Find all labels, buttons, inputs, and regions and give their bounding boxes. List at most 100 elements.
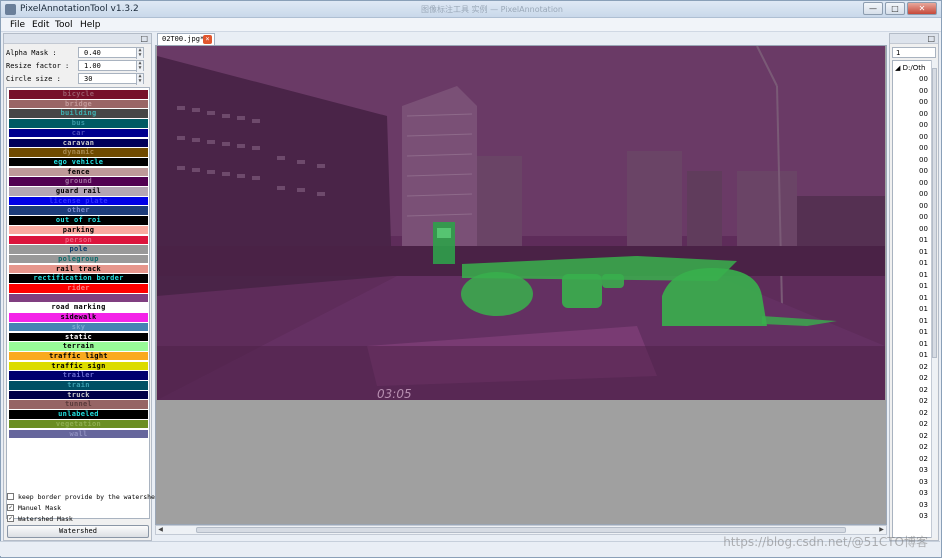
- label-item[interactable]: sidewalk: [9, 313, 148, 322]
- file-tree-item[interactable]: 00: [919, 121, 928, 129]
- file-tree-item[interactable]: 01: [919, 282, 928, 290]
- file-tree-item[interactable]: 03: [919, 478, 928, 486]
- spin-arrows-icon[interactable]: ▲ ▼: [136, 74, 143, 85]
- file-tree-item[interactable]: 02: [919, 455, 928, 463]
- file-tree-item[interactable]: 00: [919, 110, 928, 118]
- menu-help[interactable]: Help: [80, 20, 101, 30]
- file-tree-scroll-thumb[interactable]: [932, 68, 937, 358]
- alpha-mask-spinbox[interactable]: 0.40 ▲ ▼: [78, 47, 144, 59]
- file-tree-item[interactable]: 03: [919, 512, 928, 520]
- file-tree-item[interactable]: 01: [919, 317, 928, 325]
- menu-tool[interactable]: Tool: [55, 20, 72, 30]
- file-tree-item[interactable]: 03: [919, 501, 928, 509]
- annotation-canvas[interactable]: 03:05: [155, 45, 887, 525]
- label-item[interactable]: polegroup: [9, 254, 148, 264]
- resize-factor-spinbox[interactable]: 1.00 ▲ ▼: [78, 60, 144, 72]
- label-item[interactable]: pole: [9, 245, 148, 254]
- file-tree-item[interactable]: 02: [919, 443, 928, 451]
- file-tree-item[interactable]: 01: [919, 248, 928, 256]
- image-tab[interactable]: 02T00.jpg* ×: [157, 33, 215, 45]
- maximize-icon[interactable]: □: [885, 2, 905, 15]
- label-item[interactable]: road: [9, 293, 148, 303]
- file-tree-item[interactable]: 00: [919, 190, 928, 198]
- checkbox-icon[interactable]: [7, 493, 14, 500]
- label-item[interactable]: sky: [9, 322, 148, 332]
- file-tree-item[interactable]: 00: [919, 87, 928, 95]
- file-tree-item[interactable]: 00: [919, 213, 928, 221]
- annotated-image[interactable]: 03:05: [157, 46, 885, 400]
- float-dock-icon[interactable]: □: [140, 34, 148, 43]
- label-item[interactable]: caravan: [9, 138, 148, 147]
- watershed-button[interactable]: Watershed: [7, 525, 149, 538]
- file-tree-item[interactable]: 00: [919, 202, 928, 210]
- label-item[interactable]: ground: [9, 177, 148, 186]
- label-item[interactable]: fence: [9, 167, 148, 177]
- label-item[interactable]: rider: [9, 284, 148, 293]
- file-tree-item[interactable]: 00: [919, 98, 928, 106]
- label-item[interactable]: static: [9, 332, 148, 341]
- file-tree-item[interactable]: 02: [919, 397, 928, 405]
- circle-size-spinbox[interactable]: 30 ▲ ▼: [78, 73, 144, 85]
- file-tree-item[interactable]: 02: [919, 432, 928, 440]
- file-tree-item[interactable]: 02: [919, 374, 928, 382]
- label-item[interactable]: ego vehicle: [9, 157, 148, 167]
- label-item[interactable]: person: [9, 235, 148, 244]
- label-item[interactable]: truck: [9, 390, 148, 400]
- file-tree-item[interactable]: 01: [919, 236, 928, 244]
- close-tab-icon[interactable]: ×: [203, 35, 212, 44]
- file-tree-item[interactable]: 02: [919, 363, 928, 371]
- label-item[interactable]: rectification border: [9, 274, 148, 283]
- checkbox-icon[interactable]: ✓: [7, 515, 14, 522]
- file-tree-item[interactable]: 00: [919, 179, 928, 187]
- file-tree-item[interactable]: 00: [919, 167, 928, 175]
- float-dock-icon[interactable]: □: [927, 34, 935, 43]
- file-tree-item[interactable]: 03: [919, 466, 928, 474]
- label-item[interactable]: vegetation: [9, 419, 148, 429]
- checkbox-icon[interactable]: ✓: [7, 504, 14, 511]
- file-tree-item[interactable]: 03: [919, 489, 928, 497]
- label-item[interactable]: terrain: [9, 342, 148, 351]
- spin-arrows-icon[interactable]: ▲ ▼: [136, 48, 143, 59]
- label-item[interactable]: parking: [9, 225, 148, 235]
- file-tree-item[interactable]: 00: [919, 144, 928, 152]
- label-item[interactable]: traffic sign: [9, 361, 148, 371]
- expand-arrow-icon[interactable]: ◢: [895, 64, 900, 72]
- file-tree-item[interactable]: 02: [919, 420, 928, 428]
- file-tree-item[interactable]: 00: [919, 75, 928, 83]
- label-item[interactable]: train: [9, 381, 148, 390]
- file-tree-item[interactable]: 01: [919, 340, 928, 348]
- file-tree-item[interactable]: 01: [919, 328, 928, 336]
- label-item[interactable]: license plate: [9, 196, 148, 206]
- label-item[interactable]: bridge: [9, 99, 148, 109]
- label-item[interactable]: guard rail: [9, 187, 148, 196]
- label-item[interactable]: car: [9, 128, 148, 138]
- file-tree-item[interactable]: 00: [919, 133, 928, 141]
- file-tree-item[interactable]: 01: [919, 271, 928, 279]
- label-item[interactable]: dynamic: [9, 148, 148, 157]
- menu-file[interactable]: File: [10, 20, 25, 30]
- label-item[interactable]: wall: [9, 429, 148, 438]
- close-icon[interactable]: ✕: [907, 2, 937, 15]
- scroll-left-icon[interactable]: ◀: [156, 526, 165, 534]
- file-tree-scrollbar[interactable]: [931, 60, 937, 538]
- tree-root[interactable]: ◢ D:/Oth: [895, 64, 925, 72]
- label-item[interactable]: bus: [9, 119, 148, 128]
- file-tree-item[interactable]: 01: [919, 294, 928, 302]
- file-filter-input[interactable]: 1: [892, 47, 936, 58]
- label-item[interactable]: rail track: [9, 264, 148, 274]
- label-item[interactable]: trailer: [9, 371, 148, 380]
- label-item[interactable]: other: [9, 206, 148, 215]
- label-item[interactable]: tunnel: [9, 400, 148, 409]
- menu-edit[interactable]: Edit: [32, 20, 49, 30]
- label-item[interactable]: building: [9, 109, 148, 118]
- spin-arrows-icon[interactable]: ▲ ▼: [136, 61, 143, 72]
- label-item[interactable]: bicycle: [9, 90, 148, 99]
- label-item[interactable]: traffic light: [9, 351, 148, 361]
- file-tree-item[interactable]: 02: [919, 386, 928, 394]
- file-tree-item[interactable]: 01: [919, 259, 928, 267]
- label-item[interactable]: road marking: [9, 303, 148, 312]
- file-tree-item[interactable]: 02: [919, 409, 928, 417]
- label-item[interactable]: unlabeled: [9, 410, 148, 419]
- label-item[interactable]: out of roi: [9, 216, 148, 225]
- minimize-icon[interactable]: —: [863, 2, 883, 15]
